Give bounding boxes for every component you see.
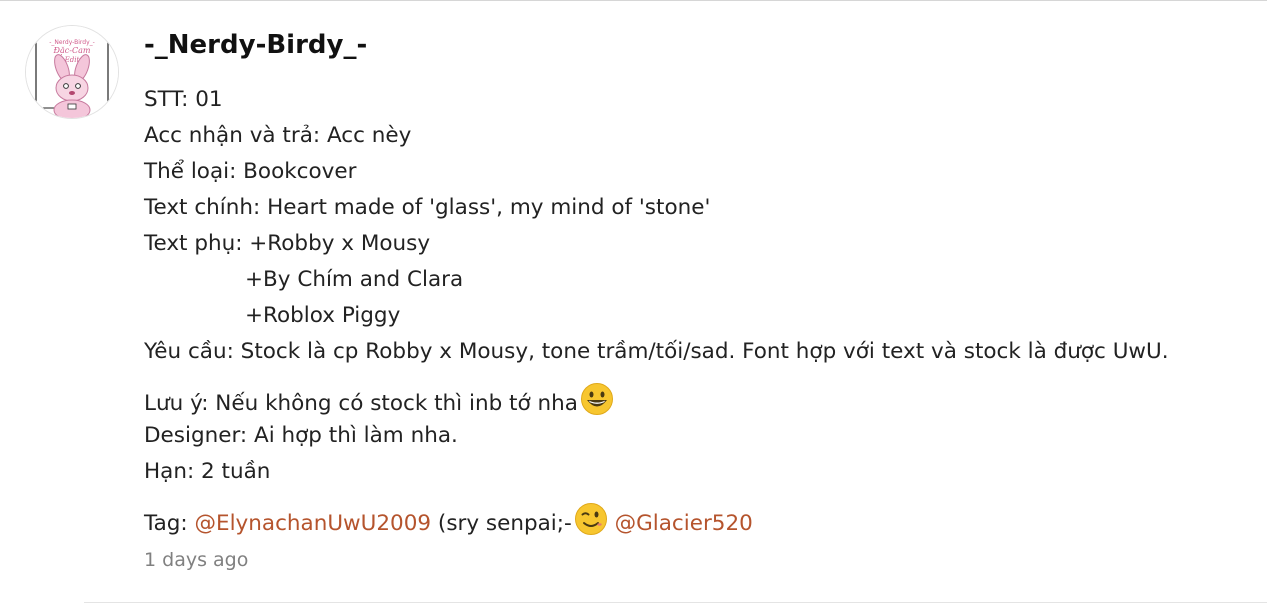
note-text: Lưu ý: Nếu không có stock thì inb tớ nha	[144, 391, 578, 416]
comment-timestamp: 1 days ago	[144, 549, 249, 571]
comment-body: STT: 01 Acc nhận và trả: Acc nèy Thể loạ…	[144, 82, 1254, 538]
comment-author[interactable]: -_Nerdy-Birdy_-	[144, 30, 367, 60]
comment-line-genre: Thể loại: Bookcover	[144, 159, 357, 184]
top-divider	[0, 0, 1267, 1]
svg-text:-_Nerdy-Birdy_-: -_Nerdy-Birdy_-	[49, 39, 95, 46]
winking-face-emoji-icon	[574, 502, 608, 548]
comment-line-deadline: Hạn: 2 tuần	[144, 459, 271, 484]
comment-line-tag: Tag: @ElynachanUwU2009 (sry senpai;- @Gl…	[144, 502, 1254, 538]
svg-text:Đặc-Cam: Đặc-Cam	[53, 46, 91, 55]
mention-link[interactable]: @Glacier520	[615, 511, 753, 536]
tag-prefix: Tag:	[144, 511, 195, 536]
grinning-face-emoji-icon	[580, 382, 614, 428]
avatar[interactable]: -_Nerdy-Birdy_- Đặc-Cam Edit	[25, 25, 119, 119]
comment-line-note: Lưu ý: Nếu không có stock thì inb tớ nha	[144, 382, 1254, 418]
tag-middle-text: (sry senpai;-	[431, 511, 572, 536]
comment-line-request: Yêu cầu: Stock là cp Robby x Mousy, tone…	[144, 339, 1169, 364]
pink-bunny-avatar-icon: -_Nerdy-Birdy_- Đặc-Cam Edit	[26, 26, 118, 118]
mention-link[interactable]: @ElynachanUwU2009	[194, 511, 431, 536]
comment-line-main-text: Text chính: Heart made of 'glass', my mi…	[144, 195, 711, 220]
comment-line-stt: STT: 01	[144, 87, 223, 112]
comment-line-acc: Acc nhận và trả: Acc nèy	[144, 123, 412, 148]
comment-line-sub-text: +Roblox Piggy	[245, 303, 401, 328]
comment-line-designer: Designer: Ai hợp thì làm nha.	[144, 423, 458, 448]
comment-line-sub-text: Text phụ: +Robby x Mousy	[144, 231, 431, 256]
comment-line-sub-text: +By Chím and Clara	[245, 267, 464, 292]
